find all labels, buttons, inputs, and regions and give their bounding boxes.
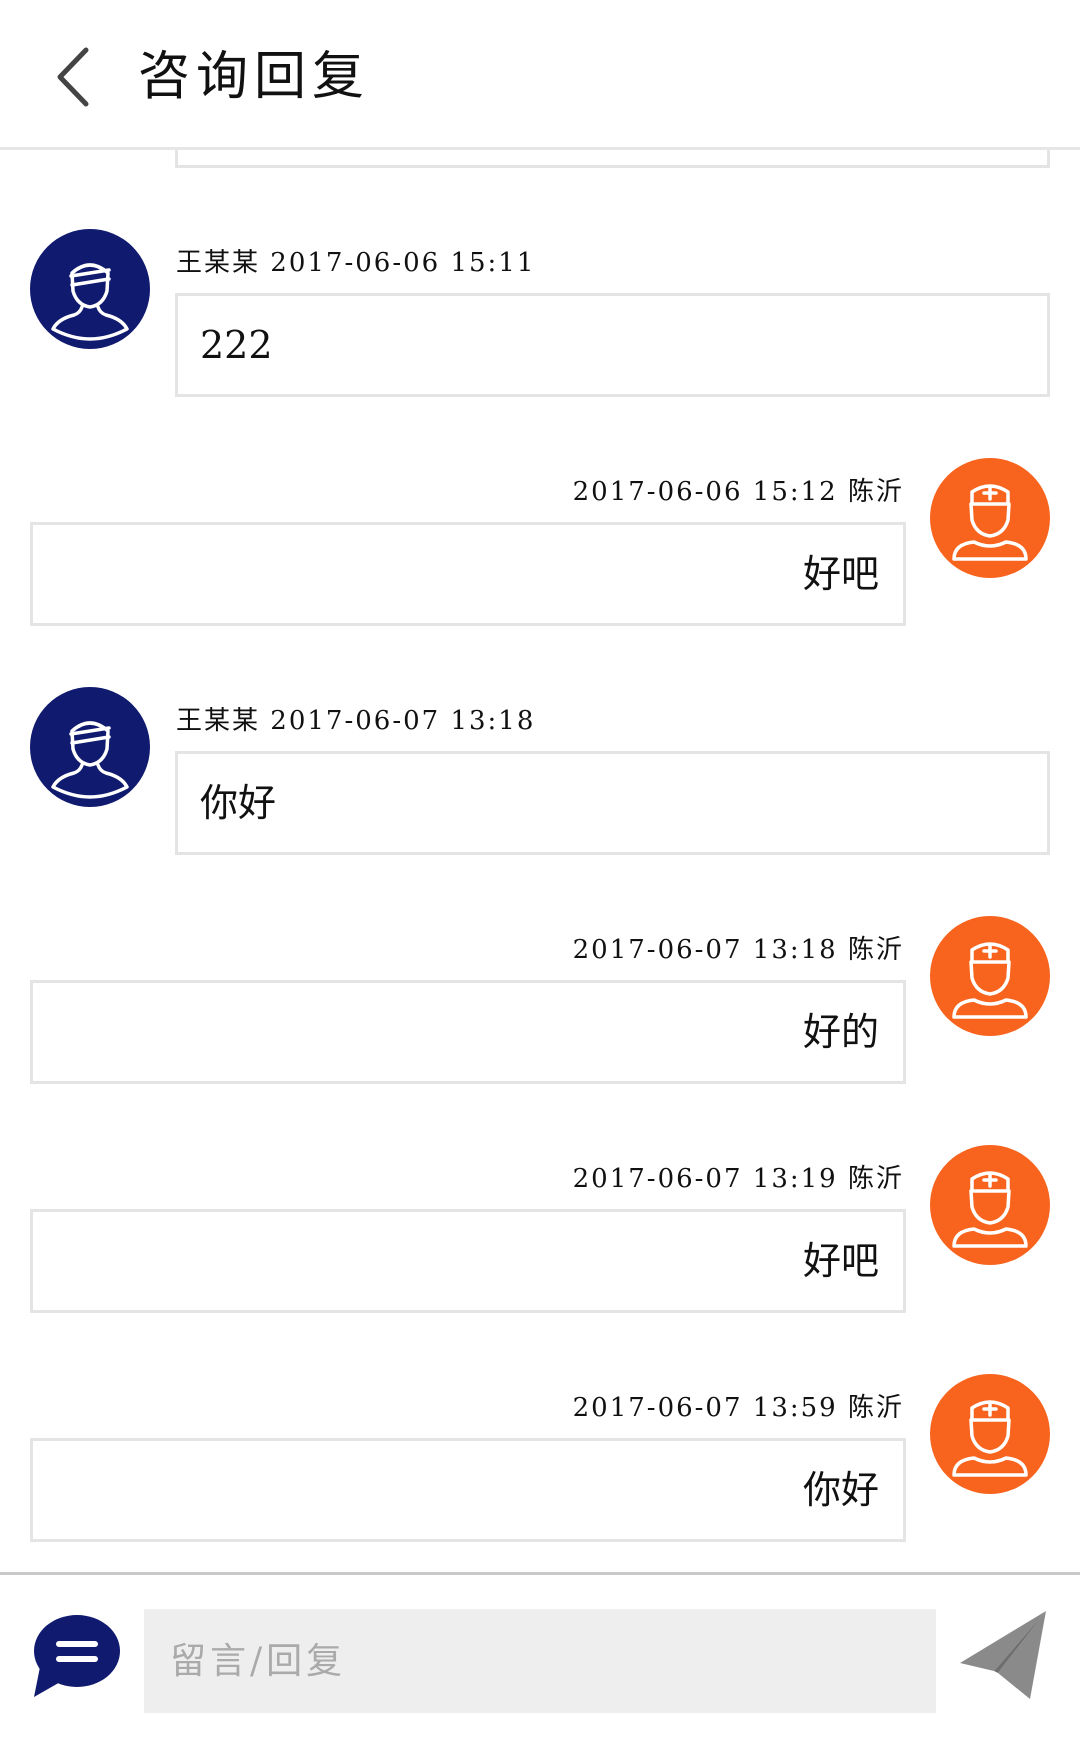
message-time: 2017-06-06 15:12 <box>572 477 838 507</box>
message-bubble-icon[interactable] <box>30 1609 122 1701</box>
message-meta: 王某某 2017-06-07 13:18 <box>176 701 535 741</box>
chevron-left-icon[interactable] <box>52 44 106 110</box>
message-time: 2017-06-07 13:19 <box>572 1164 838 1194</box>
patient-avatar-icon[interactable] <box>30 687 150 807</box>
message-item: 2017-06-07 13:59 陈沂 你好 <box>0 1374 1080 1572</box>
sender-name: 陈沂 <box>847 477 904 507</box>
message-time: 2017-06-07 13:18 <box>572 935 838 965</box>
message-item: 王某某 2017-06-06 15:11 222 <box>0 229 1080 429</box>
reply-input[interactable] <box>144 1609 936 1713</box>
message-item: 王某某 2017-06-07 13:18 你好 <box>0 687 1080 887</box>
page-title: 咨询回复 <box>138 47 371 107</box>
reply-bar <box>0 1572 1080 1740</box>
message-bubble: 你好 <box>175 751 1050 855</box>
message-time: 2017-06-07 13:59 <box>572 1393 838 1423</box>
message-bubble: 好的 <box>30 980 906 1084</box>
sender-name: 王某某 <box>176 248 261 278</box>
message-list[interactable]: 王某某 2017-06-06 15:11 222 2017-06-06 15:1… <box>0 150 1080 1572</box>
message-item: 2017-06-07 13:19 陈沂 好吧 <box>0 1145 1080 1345</box>
top-bar: 咨询回复 <box>0 0 1080 150</box>
message-meta: 2017-06-07 13:59 陈沂 <box>573 1388 904 1428</box>
message-meta: 王某某 2017-06-06 15:11 <box>176 243 535 283</box>
message-item: 2017-06-06 15:12 陈沂 好吧 <box>0 458 1080 658</box>
doctor-avatar-icon[interactable] <box>930 916 1050 1036</box>
patient-avatar-icon[interactable] <box>30 229 150 349</box>
sender-name: 陈沂 <box>847 1393 904 1423</box>
message-bubble: 222 <box>175 293 1050 397</box>
sender-name: 陈沂 <box>847 935 904 965</box>
message-meta: 2017-06-07 13:19 陈沂 <box>573 1159 904 1199</box>
message-meta: 2017-06-07 13:18 陈沂 <box>573 930 904 970</box>
sender-name: 王某某 <box>176 706 261 736</box>
sender-name: 陈沂 <box>847 1164 904 1194</box>
message-bubble: 好吧 <box>30 522 906 626</box>
message-meta: 2017-06-06 15:12 陈沂 <box>573 472 904 512</box>
message-bubble: 你好 <box>30 1438 906 1542</box>
message-time: 2017-06-06 15:11 <box>270 248 536 278</box>
message-time: 2017-06-07 13:18 <box>270 706 536 736</box>
message-item: 2017-06-07 13:18 陈沂 好的 <box>0 916 1080 1116</box>
paper-plane-icon[interactable] <box>958 1609 1050 1703</box>
doctor-avatar-icon[interactable] <box>930 458 1050 578</box>
partial-message-bubble <box>175 150 1050 168</box>
doctor-avatar-icon[interactable] <box>930 1145 1050 1265</box>
message-bubble: 好吧 <box>30 1209 906 1313</box>
doctor-avatar-icon[interactable] <box>930 1374 1050 1494</box>
